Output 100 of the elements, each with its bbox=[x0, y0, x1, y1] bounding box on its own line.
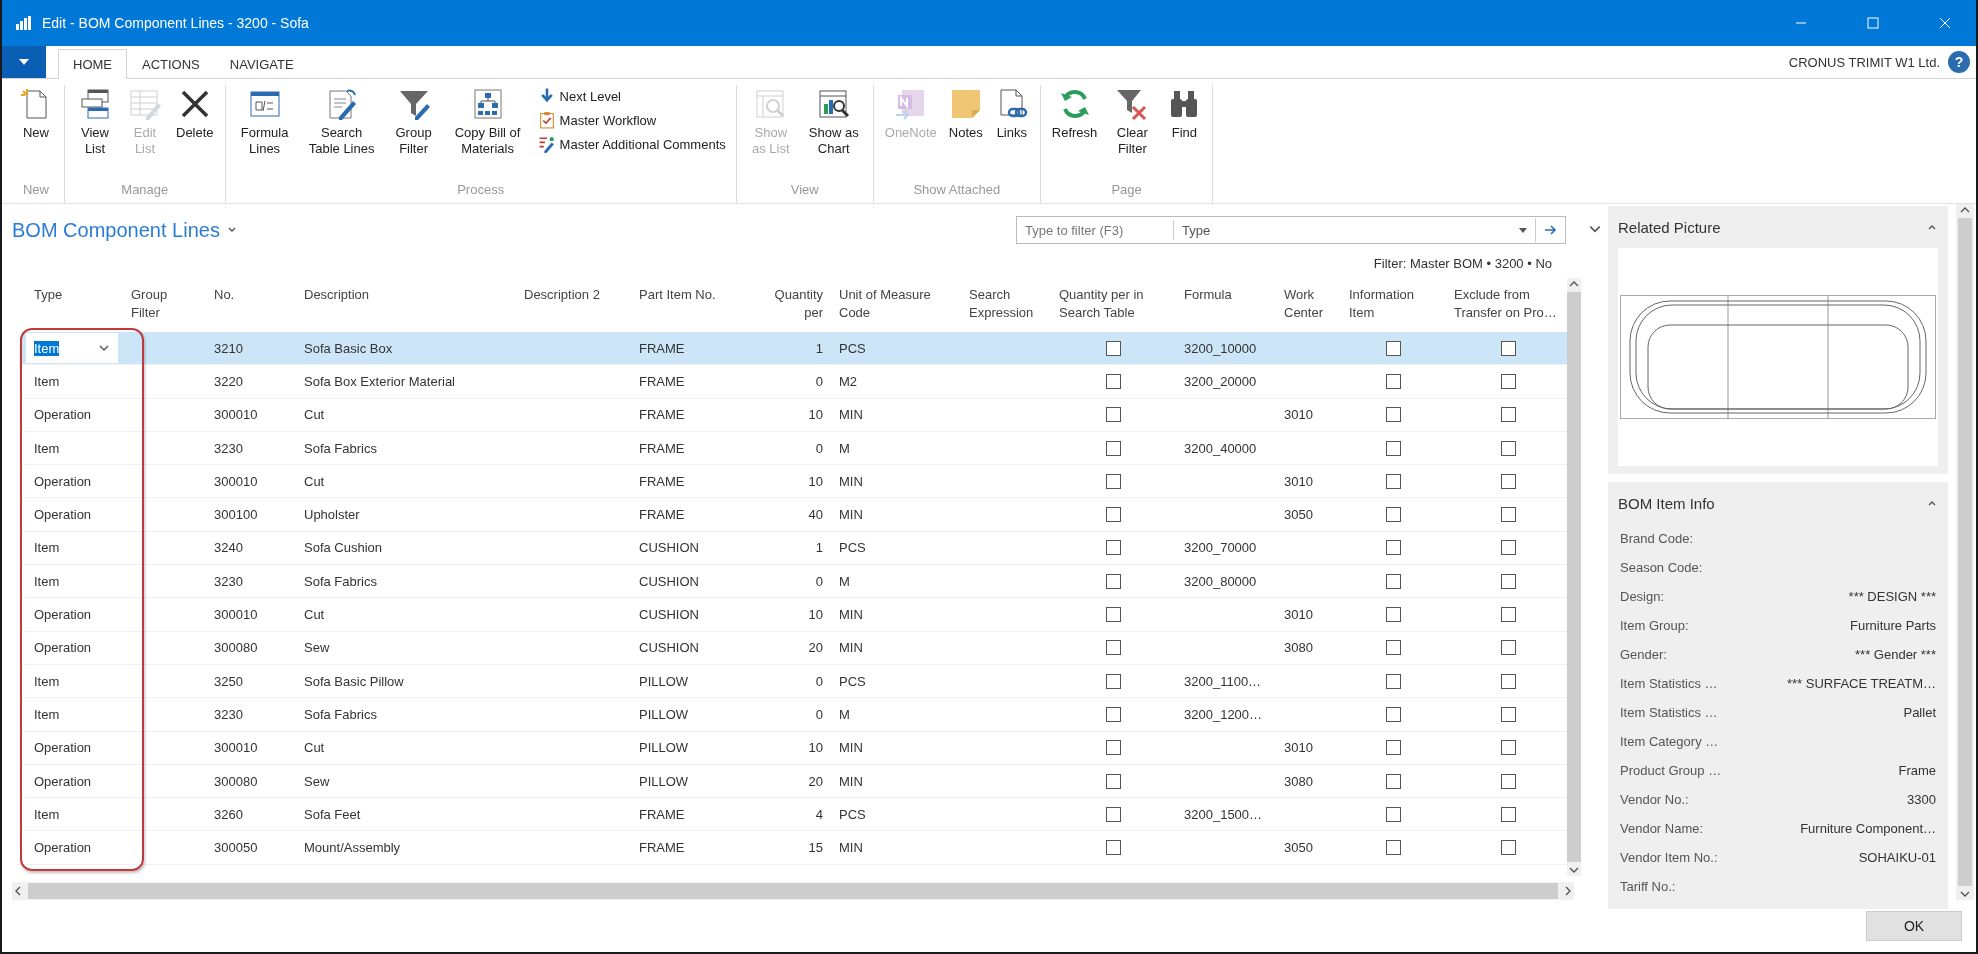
ribbon-button[interactable]: Links bbox=[991, 85, 1032, 143]
column-header[interactable]: Part Item No. bbox=[627, 286, 747, 304]
checkbox[interactable] bbox=[1501, 840, 1516, 856]
checkbox[interactable] bbox=[1106, 573, 1121, 589]
checkbox[interactable] bbox=[1386, 373, 1401, 389]
table-row[interactable]: Item 3210 Sofa Basic Box FRAME 1 PCS 3200_10000 bbox=[22, 332, 1567, 366]
ribbon-button[interactable]: Refresh bbox=[1048, 85, 1101, 143]
checkbox[interactable] bbox=[1386, 473, 1401, 489]
table-row[interactable]: Operation 300100 Upholster FRAME 40 MIN 3050 bbox=[22, 498, 1567, 532]
ribbon-button[interactable]: Clear Filter bbox=[1106, 85, 1159, 159]
checkbox[interactable] bbox=[1501, 607, 1516, 622]
table-row[interactable]: Operation 300010 Cut PILLOW 10 MIN 3010 bbox=[22, 731, 1567, 765]
checkbox[interactable] bbox=[1386, 540, 1401, 556]
ok-button[interactable]: OK bbox=[1866, 911, 1962, 941]
checkbox[interactable] bbox=[1106, 806, 1121, 822]
ribbon-button[interactable]: Find bbox=[1164, 85, 1205, 143]
column-header[interactable]: Description bbox=[292, 286, 512, 304]
checkbox[interactable] bbox=[1106, 673, 1121, 689]
checkbox[interactable] bbox=[1501, 407, 1516, 423]
checkbox[interactable] bbox=[1106, 740, 1121, 756]
checkbox[interactable] bbox=[1501, 706, 1516, 722]
column-header[interactable]: Information Item bbox=[1337, 286, 1442, 322]
checkbox[interactable] bbox=[1501, 673, 1516, 689]
ribbon-button[interactable]: Next Level bbox=[535, 85, 728, 107]
checkbox[interactable] bbox=[1106, 373, 1121, 389]
checkbox[interactable] bbox=[1106, 840, 1121, 856]
column-header[interactable]: Quantity per bbox=[747, 286, 827, 322]
ribbon-button[interactable]: Search Table Lines bbox=[301, 85, 382, 159]
app-menu-button[interactable] bbox=[2, 46, 46, 78]
ribbon-button[interactable]: Copy Bill of Materials bbox=[445, 85, 530, 159]
column-header[interactable]: Work Center bbox=[1272, 286, 1337, 322]
column-header[interactable]: Unit of Measure Code bbox=[827, 286, 957, 322]
checkbox[interactable] bbox=[1386, 507, 1401, 523]
checkbox[interactable] bbox=[1106, 773, 1121, 789]
table-row[interactable]: Operation 300010 Cut CUSHION 10 MIN 3010 bbox=[22, 598, 1567, 632]
checkbox[interactable] bbox=[1386, 573, 1401, 589]
checkbox[interactable] bbox=[1501, 473, 1516, 489]
checkbox[interactable] bbox=[1106, 407, 1121, 423]
column-header[interactable]: Quantity per in Search Table bbox=[1047, 286, 1172, 322]
table-row[interactable]: Item 3230 Sofa Fabrics FRAME 0 M 3200_40000 bbox=[22, 431, 1567, 466]
checkbox[interactable] bbox=[1501, 806, 1516, 822]
column-header[interactable]: Description 2 bbox=[512, 286, 627, 304]
ribbon-button[interactable]: Group Filter bbox=[387, 85, 440, 159]
checkbox[interactable] bbox=[1106, 706, 1121, 722]
table-row[interactable]: Operation 300050 Mount/Assembly FRAME 15 MIN 3050 bbox=[22, 831, 1567, 865]
ribbon-button[interactable]: Notes bbox=[945, 85, 986, 143]
checkbox[interactable] bbox=[1501, 507, 1516, 523]
checkbox[interactable] bbox=[1501, 440, 1516, 456]
menu-tab[interactable]: NAVIGATE bbox=[214, 49, 309, 78]
checkbox[interactable] bbox=[1106, 607, 1121, 622]
checkbox[interactable] bbox=[1501, 740, 1516, 756]
ribbon-button[interactable]: Master Additional Comments bbox=[535, 133, 728, 155]
column-header[interactable]: Search Expression bbox=[957, 286, 1047, 322]
column-header[interactable]: Type bbox=[22, 286, 119, 304]
table-row[interactable]: Item 3240 Sofa Cushion CUSHION 1 PCS 3200_70000 bbox=[22, 531, 1567, 566]
checkbox[interactable] bbox=[1501, 573, 1516, 589]
table-row[interactable]: Item 3220 Sofa Box Exterior Material FRAME 0 M2 3200_20000 bbox=[22, 365, 1567, 399]
ribbon-button[interactable]: New bbox=[16, 85, 56, 143]
checkbox[interactable] bbox=[1386, 806, 1401, 822]
ribbon-button[interactable]: Delete bbox=[173, 85, 217, 143]
vertical-scrollbar[interactable] bbox=[1567, 278, 1581, 876]
checkbox[interactable] bbox=[1106, 507, 1121, 523]
table-row[interactable]: Item 3230 Sofa Fabrics CUSHION 0 M 3200_80000 bbox=[22, 565, 1567, 599]
help-button[interactable]: ? bbox=[1948, 51, 1970, 73]
ribbon-button[interactable]: Formula Lines bbox=[233, 85, 296, 159]
checkbox[interactable] bbox=[1386, 440, 1401, 456]
checkbox[interactable] bbox=[1386, 840, 1401, 856]
checkbox[interactable] bbox=[1106, 640, 1121, 656]
table-row[interactable]: Item 3260 Sofa Feet FRAME 4 PCS 3200_1500… bbox=[22, 798, 1567, 832]
column-header[interactable]: Exclude from Transfer on Pro… bbox=[1442, 286, 1567, 322]
checkbox[interactable] bbox=[1501, 340, 1516, 356]
checkbox[interactable] bbox=[1501, 773, 1516, 789]
checkbox[interactable] bbox=[1386, 673, 1401, 689]
checkbox[interactable] bbox=[1386, 407, 1401, 423]
column-header[interactable]: Formula bbox=[1172, 286, 1272, 304]
checkbox[interactable] bbox=[1386, 340, 1401, 356]
table-row[interactable]: Item 3230 Sofa Fabrics PILLOW 0 M 3200_1200… bbox=[22, 698, 1567, 732]
vertical-scrollbar[interactable] bbox=[1956, 204, 1974, 900]
menu-tab[interactable]: ACTIONS bbox=[127, 49, 215, 78]
checkbox[interactable] bbox=[1501, 540, 1516, 556]
menu-tab[interactable]: HOME bbox=[58, 49, 127, 79]
checkbox[interactable] bbox=[1386, 740, 1401, 756]
table-row[interactable]: Operation 300010 Cut FRAME 10 MIN 3010 bbox=[22, 398, 1567, 432]
checkbox[interactable] bbox=[1501, 640, 1516, 656]
ribbon-button[interactable]: Show as Chart bbox=[802, 85, 865, 159]
checkbox[interactable] bbox=[1106, 440, 1121, 456]
table-row[interactable]: Operation 300010 Cut FRAME 10 MIN 3010 bbox=[22, 465, 1567, 499]
table-row[interactable]: Operation 300080 Sew PILLOW 20 MIN 3080 bbox=[22, 764, 1567, 799]
table-row[interactable]: Item 3250 Sofa Basic Pillow PILLOW 0 PCS 3200_1100… bbox=[22, 664, 1567, 699]
checkbox[interactable] bbox=[1386, 706, 1401, 722]
checkbox[interactable] bbox=[1386, 607, 1401, 622]
checkbox[interactable] bbox=[1501, 373, 1516, 389]
checkbox[interactable] bbox=[1106, 340, 1121, 356]
checkbox[interactable] bbox=[1386, 773, 1401, 789]
ribbon-button[interactable]: View List bbox=[73, 85, 117, 159]
checkbox[interactable] bbox=[1106, 540, 1121, 556]
table-row[interactable]: Operation 300080 Sew CUSHION 20 MIN 3080 bbox=[22, 631, 1567, 665]
checkbox[interactable] bbox=[1386, 640, 1401, 656]
horizontal-scrollbar[interactable] bbox=[12, 882, 1574, 900]
type-dropdown[interactable]: Item bbox=[26, 333, 118, 364]
